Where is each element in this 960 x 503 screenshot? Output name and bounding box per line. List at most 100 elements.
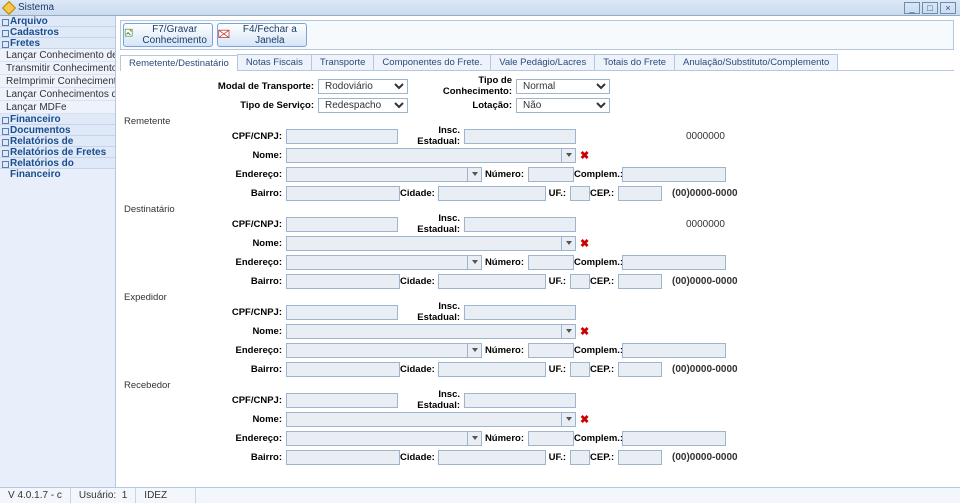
nav-group-3[interactable]: Financeiro: [0, 114, 115, 125]
bairro-input-0[interactable]: [286, 186, 400, 201]
tab-1[interactable]: Notas Fiscais: [237, 54, 312, 70]
clear-icon-3[interactable]: ✖: [580, 413, 589, 426]
nome-input-1[interactable]: [286, 236, 562, 251]
cep-input-0[interactable]: [618, 186, 662, 201]
endereco-input-3[interactable]: [286, 431, 468, 446]
tab-5[interactable]: Totais do Frete: [594, 54, 675, 70]
status-username: IDEZ: [136, 488, 196, 503]
complem-input-3[interactable]: [622, 431, 726, 446]
nav-item-2-4[interactable]: Lançar MDFe: [0, 101, 115, 114]
nav-group-2[interactable]: Fretes: [0, 38, 115, 49]
endereco-lookup-1[interactable]: [468, 255, 482, 270]
endereco-input-0[interactable]: [286, 167, 468, 182]
complem-input-1[interactable]: [622, 255, 726, 270]
cpf-input-3[interactable]: [286, 393, 398, 408]
lotacao-select[interactable]: Não: [516, 98, 610, 113]
endereco-lookup-0[interactable]: [468, 167, 482, 182]
insc-input-1[interactable]: [464, 217, 576, 232]
bairro-label: Bairro:: [120, 452, 286, 463]
insc-label: Insc. Estadual:: [398, 389, 464, 411]
nome-lookup-2[interactable]: [562, 324, 576, 339]
nome-input-2[interactable]: [286, 324, 562, 339]
status-version: V 4.0.1.7 - c: [0, 488, 71, 503]
tab-3[interactable]: Componentes do Frete.: [373, 54, 491, 70]
cep-label: CEP.:: [590, 364, 618, 375]
clear-icon-1[interactable]: ✖: [580, 237, 589, 250]
phone-0: (00)0000-0000: [672, 188, 738, 199]
endereco-lookup-2[interactable]: [468, 343, 482, 358]
nav-group-6[interactable]: Relatórios de Fretes: [0, 147, 115, 158]
cidade-input-0[interactable]: [438, 186, 546, 201]
nav-group-0[interactable]: Arquivo: [0, 16, 115, 27]
cidade-input-3[interactable]: [438, 450, 546, 465]
endereco-input-2[interactable]: [286, 343, 468, 358]
window-title: Sistema: [18, 2, 54, 13]
nav-item-2-0[interactable]: Lançar Conhecimento de Frete: [0, 49, 115, 62]
numero-input-2[interactable]: [528, 343, 574, 358]
nav-group-5[interactable]: Relatórios de Cadastros: [0, 136, 115, 147]
save-button-label: F7/Gravar Conhecimento: [137, 24, 212, 46]
tab-0[interactable]: Remetente/Destinatário: [120, 55, 238, 71]
clear-icon-2[interactable]: ✖: [580, 325, 589, 338]
insc-input-3[interactable]: [464, 393, 576, 408]
nome-lookup-3[interactable]: [562, 412, 576, 427]
cpf-input-2[interactable]: [286, 305, 398, 320]
nome-input-0[interactable]: [286, 148, 562, 163]
numero-label: Número:: [482, 433, 528, 444]
cidade-label: Cidade:: [400, 276, 438, 287]
nav-group-7[interactable]: Relatórios do Financeiro: [0, 158, 115, 169]
tab-6[interactable]: Anulação/Substituto/Complemento: [674, 54, 838, 70]
uf-input-3[interactable]: [570, 450, 590, 465]
tabs: Remetente/DestinatárioNotas FiscaisTrans…: [120, 54, 954, 71]
numero-input-1[interactable]: [528, 255, 574, 270]
cidade-input-1[interactable]: [438, 274, 546, 289]
insc-label: Insc. Estadual:: [398, 213, 464, 235]
bairro-input-2[interactable]: [286, 362, 400, 377]
status-bar: V 4.0.1.7 - c Usuário: 1 IDEZ: [0, 487, 960, 503]
nav-item-2-3[interactable]: Lançar Conhecimentos de Terceiros: [0, 88, 115, 101]
numero-input-0[interactable]: [528, 167, 574, 182]
cep-input-2[interactable]: [618, 362, 662, 377]
uf-label: UF.:: [546, 188, 570, 199]
endereco-input-1[interactable]: [286, 255, 468, 270]
complem-input-0[interactable]: [622, 167, 726, 182]
cidade-input-2[interactable]: [438, 362, 546, 377]
uf-input-1[interactable]: [570, 274, 590, 289]
bairro-input-1[interactable]: [286, 274, 400, 289]
endereco-lookup-3[interactable]: [468, 431, 482, 446]
minimize-button[interactable]: _: [904, 2, 920, 14]
bairro-input-3[interactable]: [286, 450, 400, 465]
form-panel: Modal de Transporte: Rodoviário Tipo de …: [116, 71, 960, 487]
app-icon: [2, 0, 16, 14]
cpf-input-1[interactable]: [286, 217, 398, 232]
close-button[interactable]: ×: [940, 2, 956, 14]
nome-lookup-0[interactable]: [562, 148, 576, 163]
maximize-button[interactable]: □: [922, 2, 938, 14]
clear-icon-0[interactable]: ✖: [580, 149, 589, 162]
modal-select[interactable]: Rodoviário: [318, 79, 408, 94]
save-button[interactable]: F7/Gravar Conhecimento: [123, 23, 213, 47]
nav-item-2-1[interactable]: Transmitir Conhecimentos de Frete: [0, 62, 115, 75]
cep-input-3[interactable]: [618, 450, 662, 465]
cep-input-1[interactable]: [618, 274, 662, 289]
cpf-input-0[interactable]: [286, 129, 398, 144]
nav-group-1[interactable]: Cadastros: [0, 27, 115, 38]
nav-item-2-2[interactable]: ReImprimir Conhecimentos de Frete: [0, 75, 115, 88]
numero-input-3[interactable]: [528, 431, 574, 446]
insc-input-2[interactable]: [464, 305, 576, 320]
tipo-serv-select[interactable]: Redespacho: [318, 98, 408, 113]
uf-input-2[interactable]: [570, 362, 590, 377]
nome-lookup-1[interactable]: [562, 236, 576, 251]
numero-label: Número:: [482, 345, 528, 356]
main-panel: F7/Gravar Conhecimento F4/Fechar a Janel…: [116, 16, 960, 487]
nome-input-3[interactable]: [286, 412, 562, 427]
tipo-con-select[interactable]: Normal: [516, 79, 610, 94]
insc-input-0[interactable]: [464, 129, 576, 144]
tab-2[interactable]: Transporte: [311, 54, 375, 70]
sidebar: ArquivoCadastrosFretesLançar Conheciment…: [0, 16, 116, 487]
tab-4[interactable]: Vale Pedágio/Lacres: [490, 54, 595, 70]
uf-input-0[interactable]: [570, 186, 590, 201]
nav-group-4[interactable]: Documentos: [0, 125, 115, 136]
close-window-button[interactable]: F4/Fechar a Janela: [217, 23, 307, 47]
complem-input-2[interactable]: [622, 343, 726, 358]
